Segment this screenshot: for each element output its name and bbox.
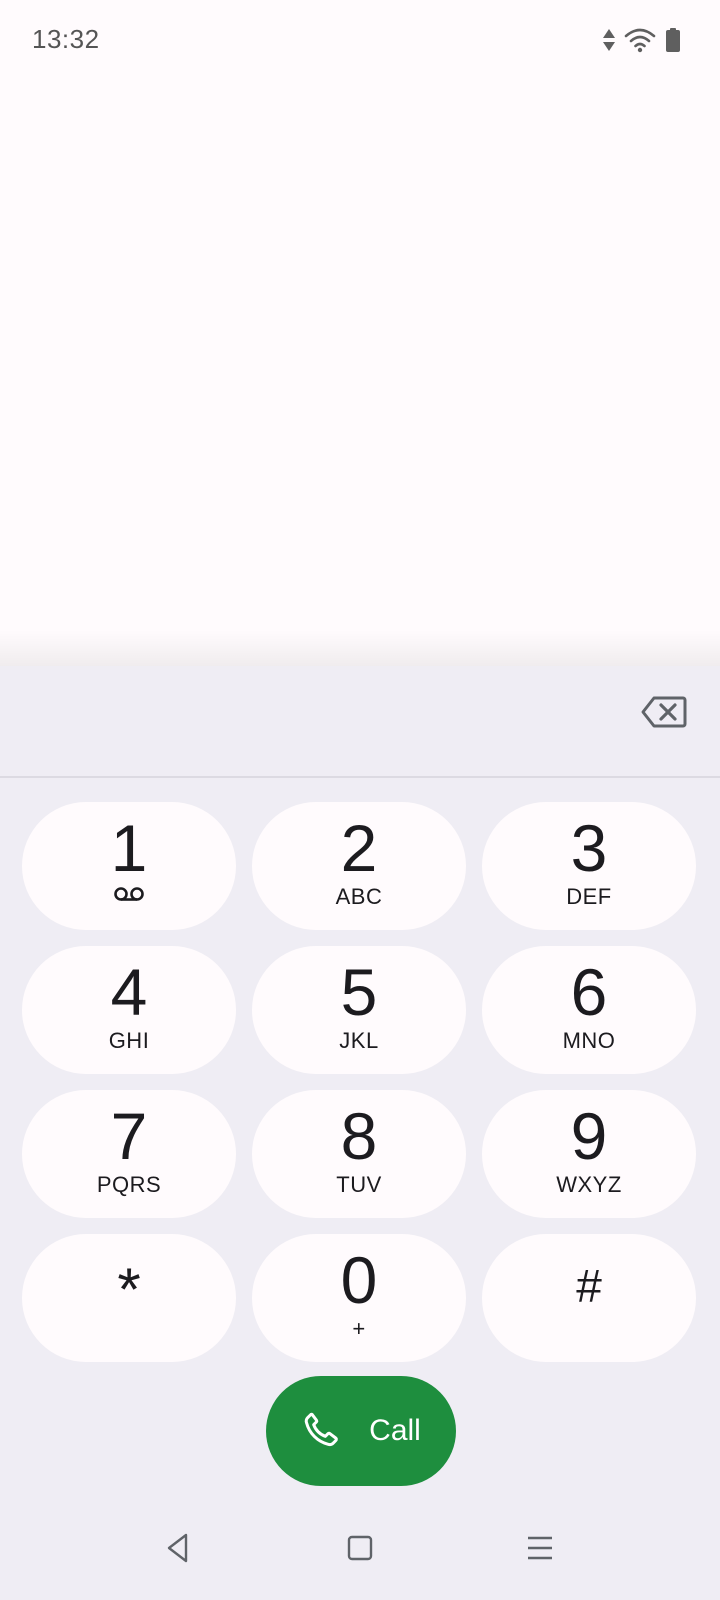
battery-icon <box>664 27 682 53</box>
key-8[interactable]: 8 TUV <box>252 1090 466 1218</box>
digits-row <box>0 666 720 778</box>
backspace-icon <box>641 695 687 734</box>
key-digit: 2 <box>340 811 378 885</box>
phone-icon <box>301 1409 341 1454</box>
key-letters: PQRS <box>96 1172 162 1197</box>
key-digit: 9 <box>570 1099 608 1173</box>
dialpad-sheet: 1 2 ABC 3 DEF 4 GHI 5 JKL 6 MNO 7 PQRS 8… <box>0 666 720 1600</box>
digits-field[interactable] <box>40 696 600 746</box>
key-0[interactable]: 0 + <box>252 1234 466 1362</box>
key-digit: 6 <box>570 955 608 1029</box>
key-letters: TUV <box>336 1172 382 1197</box>
key-letters: ABC <box>335 884 383 909</box>
key-letters: WXYZ <box>556 1172 622 1197</box>
key-digit: 4 <box>110 955 148 1029</box>
nav-recents-button[interactable] <box>510 1524 570 1576</box>
key-letters: + <box>352 1316 366 1341</box>
key-digit: 5 <box>340 955 378 1029</box>
key-6[interactable]: 6 MNO <box>482 946 696 1074</box>
data-arrows-icon <box>602 27 616 53</box>
nav-back-button[interactable] <box>148 1524 208 1576</box>
key-letters: GHI <box>108 1028 150 1053</box>
key-letters: JKL <box>339 1028 379 1053</box>
key-4[interactable]: 4 GHI <box>22 946 236 1074</box>
back-icon <box>164 1532 192 1569</box>
home-icon <box>346 1534 374 1567</box>
key-digit: * <box>117 1256 141 1323</box>
key-7[interactable]: 7 PQRS <box>22 1090 236 1218</box>
key-digit: 1 <box>110 811 148 885</box>
key-star[interactable]: * <box>22 1234 236 1362</box>
key-1[interactable]: 1 <box>22 802 236 930</box>
key-5[interactable]: 5 JKL <box>252 946 466 1074</box>
key-digit: 7 <box>110 1099 148 1173</box>
key-letters: DEF <box>566 884 612 909</box>
status-time: 13:32 <box>32 24 100 54</box>
status-icons <box>602 24 682 56</box>
call-log-area <box>0 82 720 652</box>
key-2[interactable]: 2 ABC <box>252 802 466 930</box>
recents-icon <box>525 1534 555 1567</box>
nav-home-button[interactable] <box>330 1524 390 1576</box>
key-digit: 0 <box>340 1243 378 1317</box>
voicemail-icon <box>22 886 236 902</box>
key-digit: 8 <box>340 1099 378 1173</box>
call-button[interactable]: Call <box>266 1376 456 1486</box>
call-label: Call <box>369 1414 421 1447</box>
backspace-button[interactable] <box>632 688 696 740</box>
wifi-icon <box>624 27 656 53</box>
status-bar: 13:32 <box>0 0 720 82</box>
key-digit: # <box>576 1260 602 1312</box>
key-hash[interactable]: # <box>482 1234 696 1362</box>
key-9[interactable]: 9 WXYZ <box>482 1090 696 1218</box>
key-letters: MNO <box>562 1028 616 1053</box>
sheet-shadow <box>0 630 720 666</box>
navigation-bar <box>0 1502 720 1600</box>
key-3[interactable]: 3 DEF <box>482 802 696 930</box>
key-digit: 3 <box>570 811 608 885</box>
